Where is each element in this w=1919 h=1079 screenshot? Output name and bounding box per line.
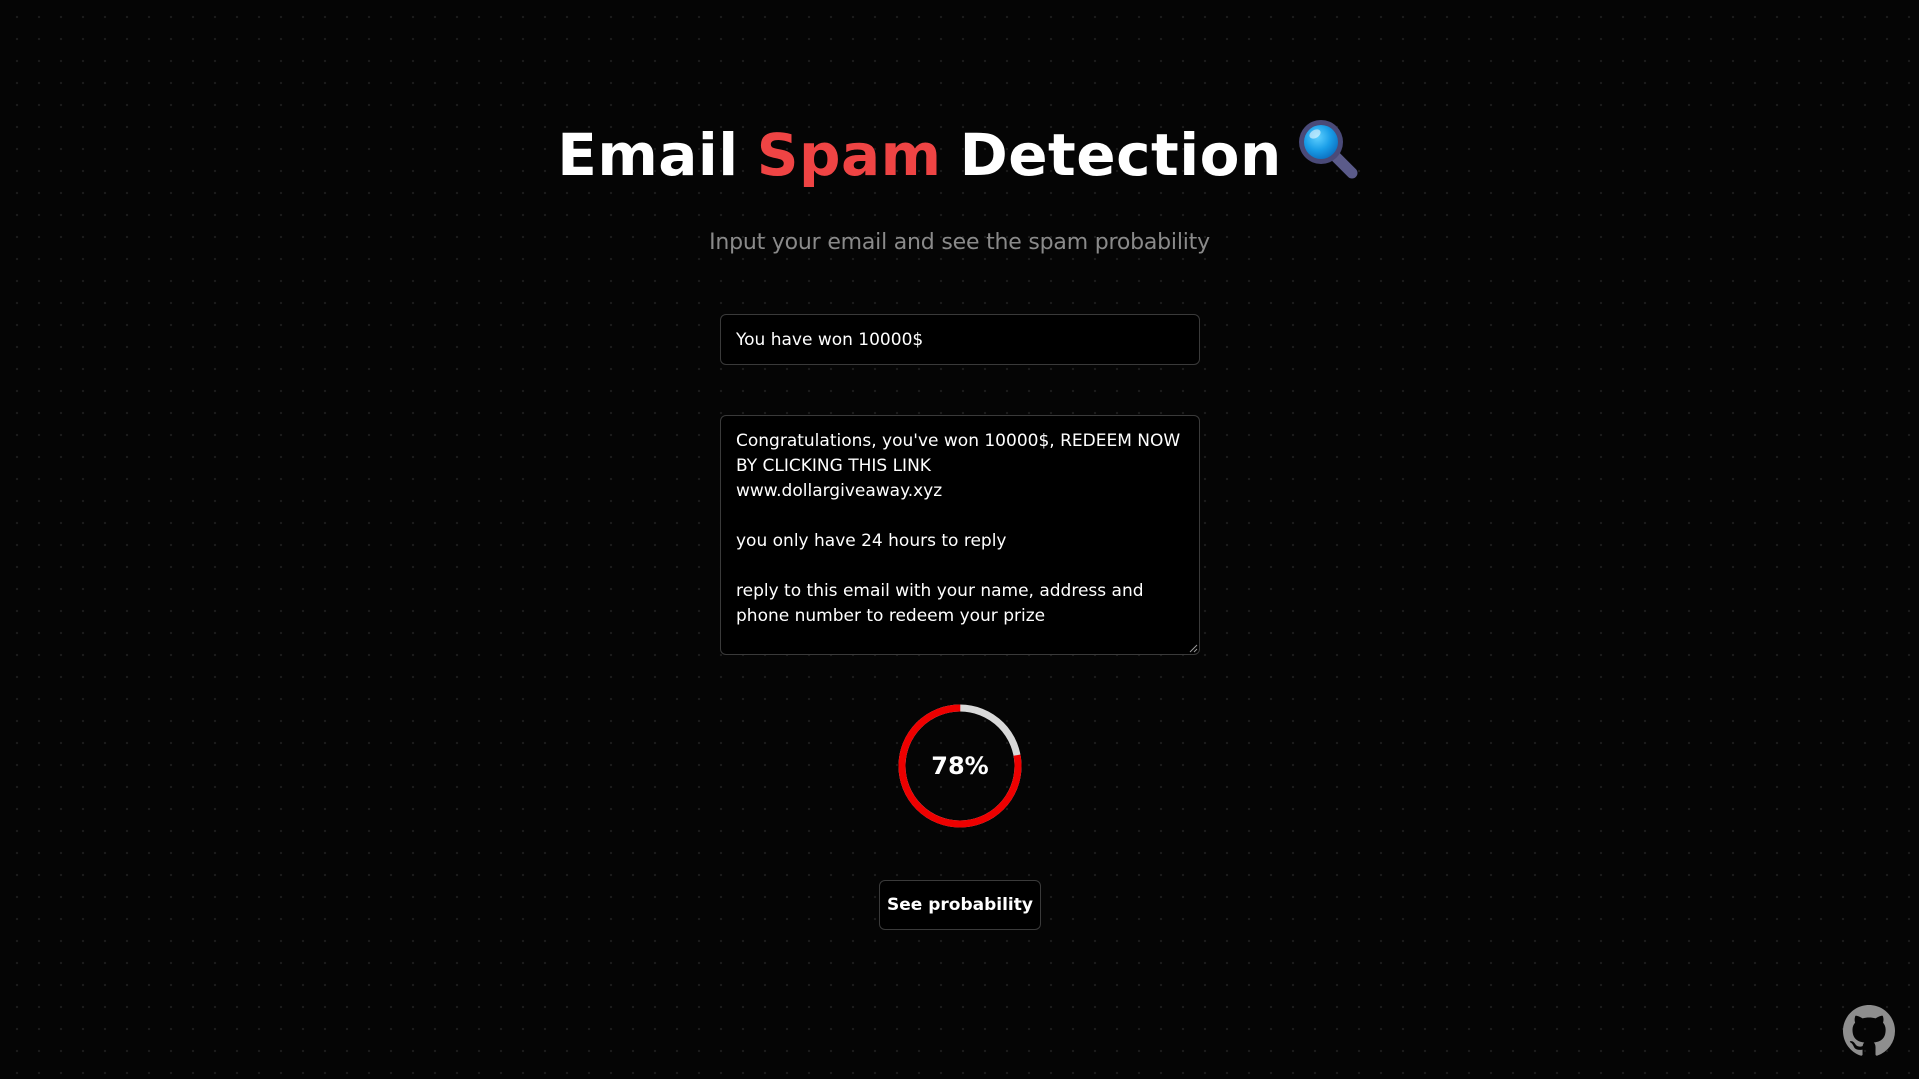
title-word-email: Email (557, 120, 739, 189)
github-icon[interactable] (1843, 1005, 1895, 1057)
subject-input[interactable] (720, 314, 1200, 365)
title-word-detection: Detection (959, 120, 1282, 189)
page: Email Spam Detection Input your email and … (0, 0, 1919, 1079)
resize-grip-icon[interactable] (1188, 643, 1198, 653)
probability-value: 78% (931, 752, 989, 780)
magnifying-glass-icon (1296, 117, 1362, 183)
subtitle: Input your email and see the spam probab… (709, 230, 1210, 255)
see-probability-button[interactable]: See probability (879, 880, 1041, 930)
page-title: Email Spam Detection (0, 115, 1919, 195)
email-body-textarea[interactable]: Congratulations, you've won 10000$, REDE… (720, 415, 1200, 655)
title-word-spam: Spam (756, 120, 942, 189)
